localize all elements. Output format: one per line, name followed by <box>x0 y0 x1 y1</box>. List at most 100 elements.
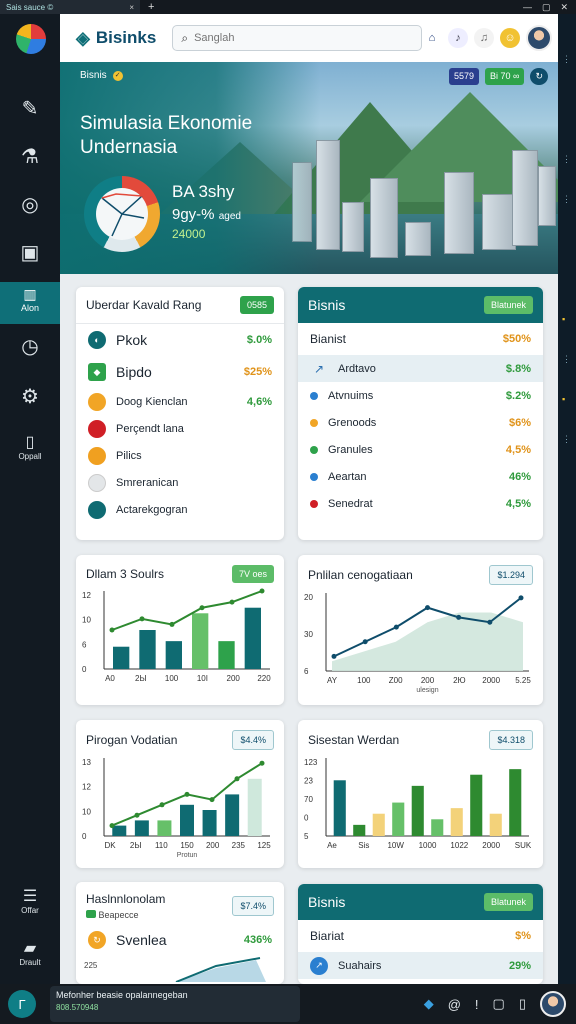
maximize-icon[interactable]: ▢ <box>542 2 551 13</box>
ellipsis-icon[interactable]: ⋮ <box>562 154 571 165</box>
browser-tab-strip: Sais sauce © × + — ▢ ✕ <box>0 0 576 14</box>
list-item[interactable]: Bianist $50% <box>298 323 543 355</box>
list-item-value: $.8% <box>505 362 531 375</box>
brand[interactable]: ◈ Bisinks <box>76 28 156 49</box>
at-icon[interactable]: @ <box>448 997 461 1012</box>
x-tick-label: SUK <box>515 841 532 850</box>
card-badge[interactable]: Blatunek <box>483 893 533 911</box>
sidebar-item-label: Alon <box>20 303 39 313</box>
layout-icon[interactable]: ▣ <box>16 238 44 266</box>
list-item[interactable]: Biariat $% <box>298 920 543 952</box>
window-icon[interactable]: ▢ <box>493 996 505 1012</box>
hero-chip[interactable]: 5579 <box>448 68 480 85</box>
avatar[interactable] <box>540 991 566 1017</box>
list-item[interactable]: ↗ Suahairs 29% <box>298 952 543 979</box>
list-item-label: Senedrat <box>328 497 373 510</box>
card-header: Bisnis Blatunek <box>298 884 543 920</box>
list-item[interactable]: Granules 4,5% <box>298 436 543 463</box>
settings-icon[interactable]: ⚙ <box>16 382 44 410</box>
app-logo[interactable] <box>16 24 46 54</box>
document-icon: ▯ <box>25 434 35 451</box>
chart-title: Pnlilan cenogatiaan <box>308 568 413 582</box>
brush-icon[interactable]: ✎ <box>16 94 44 122</box>
list-item[interactable]: Pilics <box>76 442 284 469</box>
ellipsis-icon[interactable]: ⋮ <box>562 434 571 445</box>
home-icon[interactable]: ⌂ <box>422 28 442 48</box>
search-input[interactable] <box>194 32 395 44</box>
bar <box>333 780 346 836</box>
notification-toast[interactable]: Mefonher beasie opalannegeban 808.570948 <box>50 986 300 1022</box>
x-axis-annotation: Protun <box>177 852 198 859</box>
cube-icon[interactable]: ◆ <box>424 996 434 1012</box>
list-item-label: Aeartan <box>328 470 367 483</box>
hero-chip[interactable]: Bi 70 ∞ <box>485 68 525 85</box>
emoji-icon[interactable]: ☺ <box>500 28 520 48</box>
card-badge[interactable]: Blatunek <box>483 296 533 314</box>
bar <box>134 820 149 836</box>
bar <box>392 802 405 836</box>
card-badge[interactable]: 0585 <box>239 296 274 314</box>
list-item[interactable]: Perçendt lana <box>76 415 284 442</box>
card-badge[interactable]: $7.4% <box>232 896 274 916</box>
card-subtitle-text: Beapecce <box>98 910 139 920</box>
ellipsis-icon[interactable]: ⋮ <box>562 194 571 205</box>
list-item[interactable]: Actarekgogran <box>76 496 284 523</box>
close-tab-icon[interactable]: × <box>129 3 134 12</box>
bar <box>244 607 261 669</box>
sidebar-item-active[interactable]: ▥ Alon <box>0 282 60 324</box>
notification-icon[interactable]: ♪ <box>448 28 468 48</box>
building-graphic <box>512 150 538 246</box>
list-item[interactable]: ↻ Svenlea 436% <box>76 924 284 956</box>
new-tab-button[interactable]: + <box>148 1 154 13</box>
chart-header: Pirogan Vodatian $4.4% <box>76 720 284 750</box>
list-item[interactable]: Grenoods $6% <box>298 409 543 436</box>
sidebar-item-oppall[interactable]: ▯ Oppall <box>12 432 48 461</box>
chart-badge[interactable]: 7V oes <box>231 565 274 583</box>
bell-icon[interactable]: ♫ <box>474 28 494 48</box>
data-point <box>199 605 205 611</box>
list-item-label: Pilics <box>116 449 142 462</box>
browser-tab[interactable]: Sais sauce © × <box>0 0 140 14</box>
ellipsis-icon[interactable]: ⋮ <box>562 54 571 65</box>
x-tick-label: AY <box>327 676 338 685</box>
list-item-selected[interactable]: ↗ Ardtavo $.8% <box>298 355 543 382</box>
sidebar-item-offar[interactable]: ☰ Offar <box>12 886 48 915</box>
chart-title: Sisestan Werdan <box>308 733 400 747</box>
warning-icon[interactable]: ▪ <box>562 314 565 324</box>
list-item-label: Doog Kienclan <box>116 395 188 408</box>
bar <box>112 825 127 836</box>
x-axis-annotation: ulesign <box>416 687 438 694</box>
list-item[interactable]: Atvnuims $.2% <box>298 382 543 409</box>
x-tick-label: 1022 <box>450 841 468 850</box>
list-item[interactable]: ◆ Bipdo $25% <box>76 356 284 388</box>
close-window-icon[interactable]: ✕ <box>560 2 568 13</box>
avatar[interactable] <box>526 25 552 51</box>
chart-card-1: Dllam 3 Soulrs 7V oes 0 6 10 12 A0 2Ы 100 10І 20… <box>76 555 284 705</box>
list-item[interactable]: Doog Kienclan 4,6% <box>76 388 284 415</box>
clock-icon[interactable]: ◷ <box>16 332 44 360</box>
tablet-icon[interactable]: ▯ <box>519 996 526 1012</box>
list-item-value: $.0% <box>246 334 272 346</box>
sidebar-item-drault[interactable]: ▰ Drault <box>12 938 48 967</box>
list-item[interactable]: ◐ Pkok $.0% <box>76 324 284 356</box>
search-box[interactable]: ⌕ <box>172 25 422 51</box>
list-item[interactable]: Aeartan 46% <box>298 463 543 490</box>
hero-stat-secondary: 9gy-% aged <box>172 206 241 223</box>
target-icon[interactable]: ◎ <box>16 190 44 218</box>
y-tick-label: 6 <box>82 640 87 649</box>
start-button[interactable]: Г <box>8 990 36 1018</box>
chart-badge[interactable]: $4.4% <box>232 730 274 750</box>
chart-badge[interactable]: $1.294 <box>489 565 533 585</box>
ellipsis-icon[interactable]: ⋮ <box>562 354 571 365</box>
minimize-icon[interactable]: — <box>523 2 532 13</box>
list-item[interactable]: Smreranican <box>76 469 284 496</box>
chart-badge[interactable]: $4.318 <box>489 730 533 750</box>
satellite-icon[interactable]: ⚗ <box>16 142 44 170</box>
warning-icon[interactable]: ▪ <box>562 394 565 404</box>
list-item[interactable]: Senedrat 4,5% <box>298 490 543 517</box>
refresh-icon[interactable]: ↻ <box>530 68 548 85</box>
hero-title: Simulasia Ekonomie Undernasia <box>80 113 253 158</box>
y-tick-label: 30 <box>304 630 313 639</box>
list-item-label: Ardtavo <box>338 362 376 375</box>
alert-icon[interactable]: ! <box>475 997 479 1012</box>
